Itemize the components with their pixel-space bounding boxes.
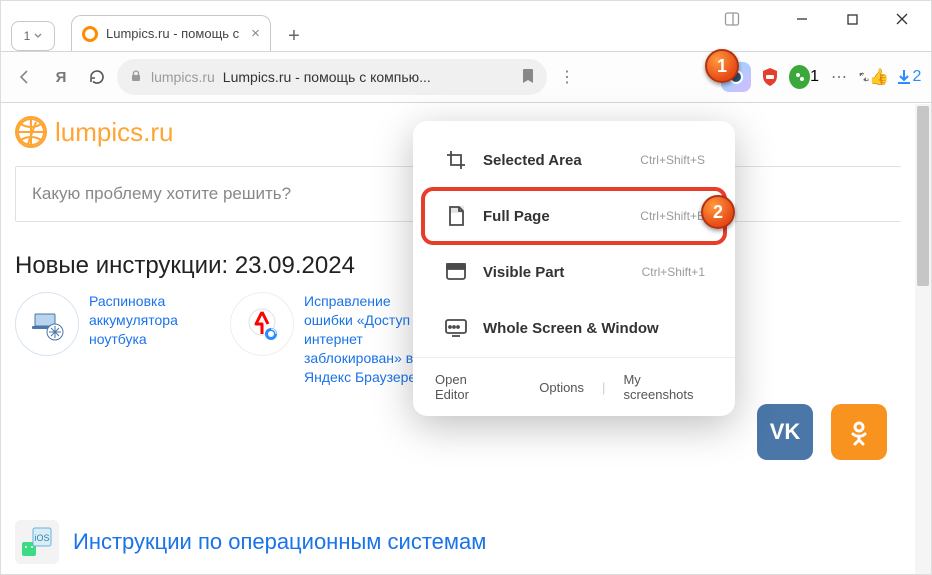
category-os-icon: iOS (15, 520, 59, 564)
tab-count: 1 (24, 29, 31, 43)
annotation-step-1: 1 (705, 49, 739, 83)
tab-count-box[interactable]: 1 (11, 21, 55, 51)
window-close-button[interactable] (879, 3, 925, 35)
window-maximize-button[interactable] (829, 3, 875, 35)
page-icon (443, 203, 469, 229)
screenshot-dropdown: Selected Area Ctrl+Shift+S Full Page Ctr… (413, 121, 735, 416)
site-logo[interactable] (15, 116, 47, 148)
adblock-extension-icon[interactable] (755, 62, 785, 92)
window-minimize-button[interactable] (779, 3, 825, 35)
address-bar: Я lumpics.ru Lumpics.ru - помощь с компь… (1, 51, 931, 103)
category-link[interactable]: Инструкции по операционным системам (73, 529, 486, 555)
downloads-button[interactable]: 2 (893, 62, 923, 92)
crop-icon (443, 147, 469, 173)
url-page-title: Lumpics.ru - помощь с компью... (223, 69, 513, 85)
monitor-icon (443, 315, 469, 341)
article-thumb-laptop (15, 292, 79, 356)
window-top-icon (443, 259, 469, 285)
dd-shortcut: Ctrl+Shift+1 (642, 265, 705, 279)
back-button[interactable] (9, 61, 41, 93)
site-search-placeholder: Какую проблему хотите решить? (32, 184, 291, 204)
ext-green-badge: 1 (810, 68, 819, 86)
tab-close-icon[interactable]: × (251, 25, 260, 42)
tab-title: Lumpics.ru - помощь с (106, 26, 239, 41)
chevron-down-icon (34, 32, 42, 40)
dd-item-visible-part[interactable]: Visible Part Ctrl+Shift+1 (423, 245, 725, 299)
dd-my-screenshots[interactable]: My screenshots (623, 372, 713, 402)
reload-button[interactable] (81, 61, 113, 93)
more-extensions-icon[interactable]: ⋯ (823, 61, 855, 93)
article-card: Исправление ошибки «Доступ в интернет за… (230, 292, 435, 386)
site-name[interactable]: lumpics.ru (55, 117, 173, 148)
svg-text:Я: Я (56, 69, 67, 86)
url-host: lumpics.ru (151, 69, 215, 85)
dd-label: Full Page (483, 208, 626, 225)
vertical-scrollbar[interactable]: ▲ (915, 104, 931, 574)
bookmark-icon[interactable] (521, 68, 535, 87)
dd-options[interactable]: Options (539, 380, 584, 395)
dd-label: Selected Area (483, 152, 626, 169)
dd-shortcut: Ctrl+Shift+S (640, 153, 705, 167)
url-field[interactable]: lumpics.ru Lumpics.ru - помощь с компью.… (117, 59, 547, 95)
dd-open-editor[interactable]: Open Editor (435, 372, 503, 402)
dd-label: Visible Part (483, 264, 628, 281)
extension-green-icon[interactable]: 1 (789, 62, 819, 92)
dd-label: Whole Screen & Window (483, 320, 691, 337)
yandex-home-button[interactable]: Я (45, 61, 77, 93)
ok-social-button[interactable] (831, 404, 887, 460)
vk-label: VK (770, 419, 801, 445)
article-link[interactable]: Распиновка аккумулятора ноутбука (89, 292, 220, 386)
lock-icon (129, 69, 143, 86)
ok-icon (845, 418, 873, 446)
feedback-icon[interactable]: 👍 (859, 62, 889, 92)
scrollbar-thumb[interactable] (917, 106, 929, 286)
page-actions-menu[interactable]: ⋮ (551, 61, 583, 93)
annotation-step-2: 2 (701, 195, 735, 229)
article-card: Распиновка аккумулятора ноутбука (15, 292, 220, 386)
tab-favicon (82, 26, 98, 42)
downloads-badge: 2 (913, 68, 922, 86)
vk-social-button[interactable]: VK (757, 404, 813, 460)
dd-item-selected-area[interactable]: Selected Area Ctrl+Shift+S (423, 133, 725, 187)
dd-item-whole-screen[interactable]: Whole Screen & Window (423, 301, 725, 355)
new-tab-button[interactable]: + (279, 21, 309, 51)
browser-tab[interactable]: Lumpics.ru - помощь с × (71, 15, 271, 51)
dd-shortcut: Ctrl+Shift+E (640, 209, 705, 223)
article-thumb-yandex (230, 292, 294, 356)
svg-text:iOS: iOS (34, 533, 49, 543)
dd-item-full-page[interactable]: Full Page Ctrl+Shift+E (423, 189, 725, 243)
